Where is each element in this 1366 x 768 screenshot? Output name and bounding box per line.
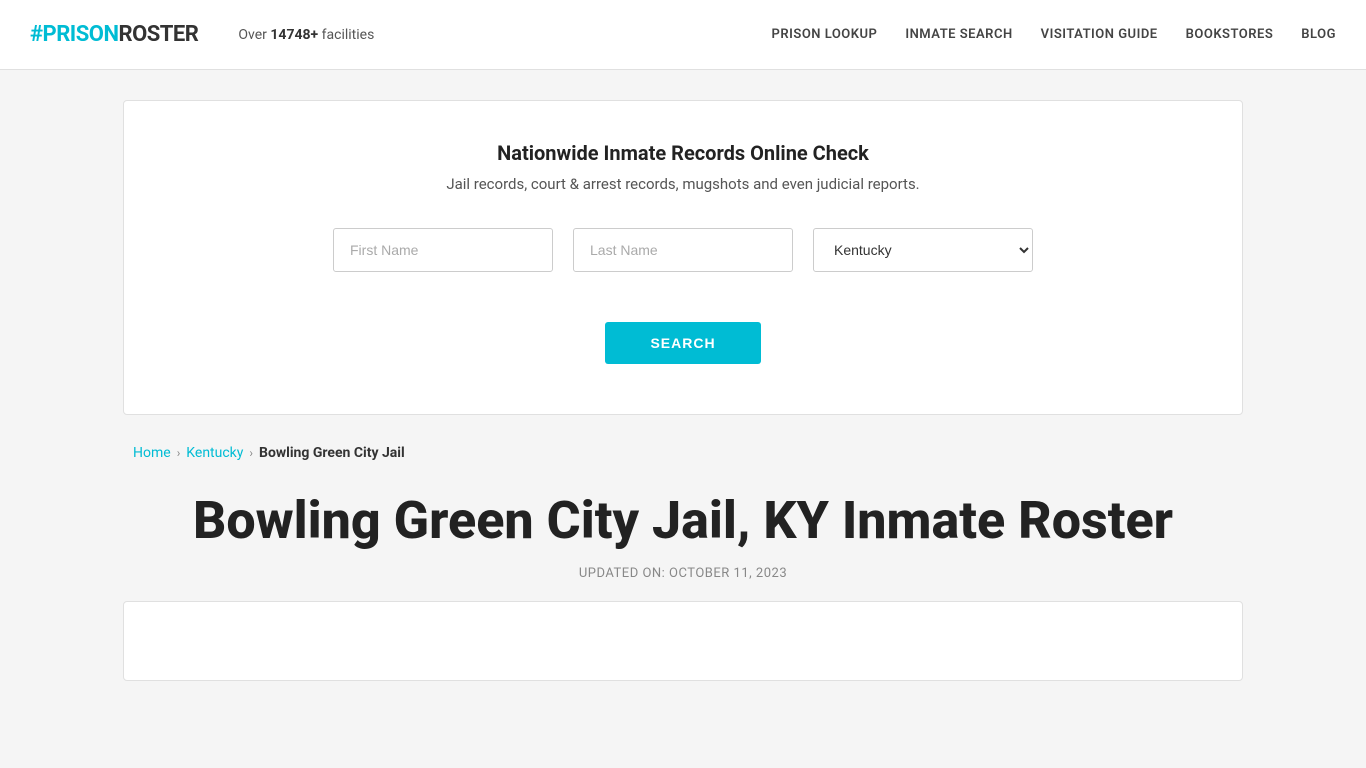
logo-prison: PRISON — [43, 22, 119, 47]
page-title: Bowling Green City Jail, KY Inmate Roste… — [143, 491, 1223, 551]
search-button[interactable]: SEARCH — [605, 322, 760, 364]
first-name-input[interactable] — [333, 228, 553, 272]
breadcrumb-current: Bowling Green City Jail — [259, 445, 405, 461]
breadcrumb-home[interactable]: Home — [133, 445, 171, 461]
search-subtitle: Jail records, court & arrest records, mu… — [164, 175, 1202, 193]
page-title-section: Bowling Green City Jail, KY Inmate Roste… — [123, 491, 1243, 581]
site-header: #PRISONROSTER Over 14748+ facilities PRI… — [0, 0, 1366, 70]
breadcrumb-state[interactable]: Kentucky — [186, 445, 243, 461]
state-select[interactable]: Kentucky Alabama Alaska Arizona Arkansas… — [813, 228, 1033, 272]
nav-visitation-guide[interactable]: VISITATION GUIDE — [1041, 27, 1158, 42]
main-nav: PRISON LOOKUP INMATE SEARCH VISITATION G… — [772, 27, 1336, 42]
search-inputs-row: Kentucky Alabama Alaska Arizona Arkansas… — [164, 228, 1202, 272]
breadcrumb-sep-2: › — [249, 446, 253, 460]
search-button-row: SEARCH — [164, 302, 1202, 364]
site-logo[interactable]: #PRISONROSTER — [30, 22, 198, 47]
logo-hash: # — [30, 22, 43, 47]
nav-prison-lookup[interactable]: PRISON LOOKUP — [772, 27, 878, 42]
nav-bookstores[interactable]: BOOKSTORES — [1186, 27, 1274, 42]
page-updated-date: UPDATED ON: OCTOBER 11, 2023 — [143, 566, 1223, 581]
content-card — [123, 601, 1243, 681]
main-content: Nationwide Inmate Records Online Check J… — [0, 100, 1366, 681]
logo-roster: ROSTER — [118, 22, 198, 47]
breadcrumb: Home › Kentucky › Bowling Green City Jai… — [123, 445, 1243, 461]
search-section: Nationwide Inmate Records Online Check J… — [123, 100, 1243, 415]
nav-blog[interactable]: BLOG — [1301, 27, 1336, 42]
facilities-count-label: Over 14748+ facilities — [238, 27, 374, 43]
search-form: Kentucky Alabama Alaska Arizona Arkansas… — [164, 228, 1202, 364]
last-name-input[interactable] — [573, 228, 793, 272]
facilities-number: 14748+ — [270, 27, 318, 43]
nav-inmate-search[interactable]: INMATE SEARCH — [905, 27, 1012, 42]
breadcrumb-sep-1: › — [177, 446, 181, 460]
search-title: Nationwide Inmate Records Online Check — [164, 141, 1202, 165]
